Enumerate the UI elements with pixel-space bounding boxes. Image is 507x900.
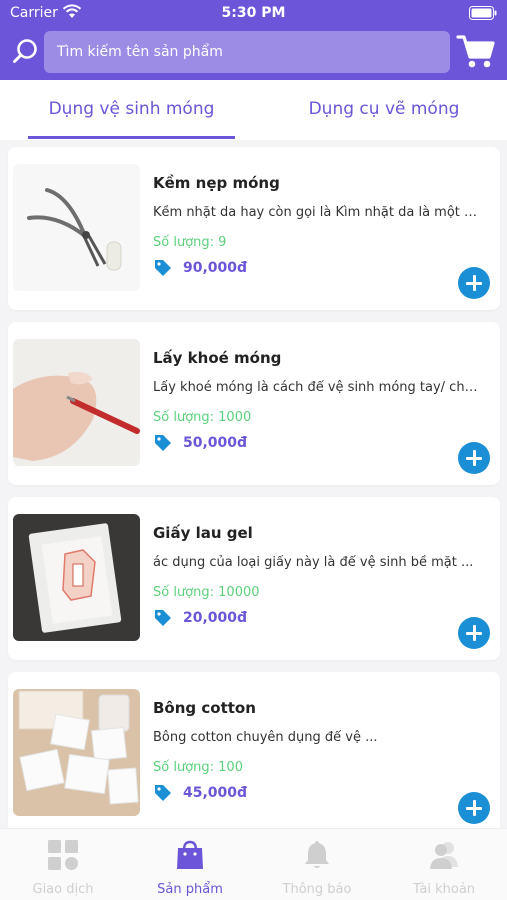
product-description: ác dụng của loại giấy này là để vệ sinh … bbox=[153, 555, 474, 570]
grid-icon bbox=[48, 840, 78, 870]
product-card[interactable]: Bông cotton Bông cotton chuyên dụng để v… bbox=[8, 672, 500, 835]
nav-label: Thông báo bbox=[282, 882, 352, 897]
price-tag-icon bbox=[155, 260, 171, 276]
product-name: Kềm nẹp móng bbox=[153, 174, 280, 192]
product-price: 90,000đ bbox=[183, 260, 248, 276]
users-icon bbox=[430, 842, 458, 869]
product-image bbox=[13, 689, 140, 816]
search-input[interactable]: Tìm kiếm tên sản phẩm bbox=[44, 31, 450, 73]
nav-item-transactions[interactable]: Giao dịch bbox=[0, 829, 126, 900]
product-quantity: Số lượng: 9 bbox=[153, 235, 227, 250]
product-price: 45,000đ bbox=[183, 785, 248, 801]
add-to-cart-button[interactable] bbox=[458, 617, 490, 649]
product-card[interactable]: Giấy lau gel ác dụng của loại giấy này l… bbox=[8, 497, 500, 660]
status-bar: Carrier 5:30 PM bbox=[0, 0, 507, 28]
product-image bbox=[13, 164, 140, 291]
category-tabs: Dụng vệ sinh móng Dụng cụ vẽ móng bbox=[0, 80, 507, 140]
search-icon[interactable] bbox=[12, 38, 38, 64]
tab-nail-cleaning[interactable]: Dụng vệ sinh móng bbox=[28, 80, 235, 140]
product-name: Lấy khoé móng bbox=[153, 349, 282, 367]
bell-icon bbox=[305, 841, 329, 868]
nav-label: Giao dịch bbox=[32, 882, 94, 897]
product-price: 50,000đ bbox=[183, 435, 248, 451]
product-card[interactable]: Lấy khoé móng Lấy khoé móng là cách để v… bbox=[8, 322, 500, 485]
product-image bbox=[13, 514, 140, 641]
price-tag-icon bbox=[155, 785, 171, 801]
product-quantity: Số lượng: 1000 bbox=[153, 410, 252, 425]
nav-item-notifications[interactable]: Thông báo bbox=[254, 829, 380, 900]
product-price: 20,000đ bbox=[183, 610, 248, 626]
tab-nail-drawing[interactable]: Dụng cụ vẽ móng bbox=[284, 80, 484, 140]
product-description: Lấy khoé móng là cách để vệ sinh móng ta… bbox=[153, 380, 483, 395]
nav-item-products[interactable]: Sản phẩm bbox=[127, 829, 253, 900]
product-card[interactable]: Kềm nẹp móng Kềm nhặt da hay còn gọi là … bbox=[8, 147, 500, 310]
price-tag-icon bbox=[155, 610, 171, 626]
add-to-cart-button[interactable] bbox=[458, 792, 490, 824]
add-to-cart-button[interactable] bbox=[458, 267, 490, 299]
active-tab-indicator bbox=[28, 136, 235, 139]
cart-icon[interactable] bbox=[456, 32, 496, 72]
nav-label: Sản phẩm bbox=[157, 882, 223, 897]
bottom-tab-bar: Giao dịch Sản phẩm Thông báo Tài khoản bbox=[0, 828, 507, 900]
battery-icon bbox=[469, 6, 497, 20]
app-header: Carrier 5:30 PM Tìm kiếm tên sản phẩm bbox=[0, 0, 507, 80]
product-image bbox=[13, 339, 140, 466]
nav-item-account[interactable]: Tài khoản bbox=[381, 829, 507, 900]
product-description: Bông cotton chuyên dụng để vệ ... bbox=[153, 730, 378, 745]
nav-label: Tài khoản bbox=[412, 882, 476, 897]
product-quantity: Số lượng: 10000 bbox=[153, 585, 260, 600]
add-to-cart-button[interactable] bbox=[458, 442, 490, 474]
product-name: Bông cotton bbox=[153, 699, 256, 717]
price-tag-icon bbox=[155, 435, 171, 451]
product-description: Kềm nhặt da hay còn gọi là Kìm nhặt da l… bbox=[153, 205, 483, 220]
product-name: Giấy lau gel bbox=[153, 524, 253, 542]
shopping-bag-icon bbox=[177, 840, 203, 869]
product-quantity: Số lượng: 100 bbox=[153, 760, 243, 775]
status-time: 5:30 PM bbox=[221, 5, 286, 21]
